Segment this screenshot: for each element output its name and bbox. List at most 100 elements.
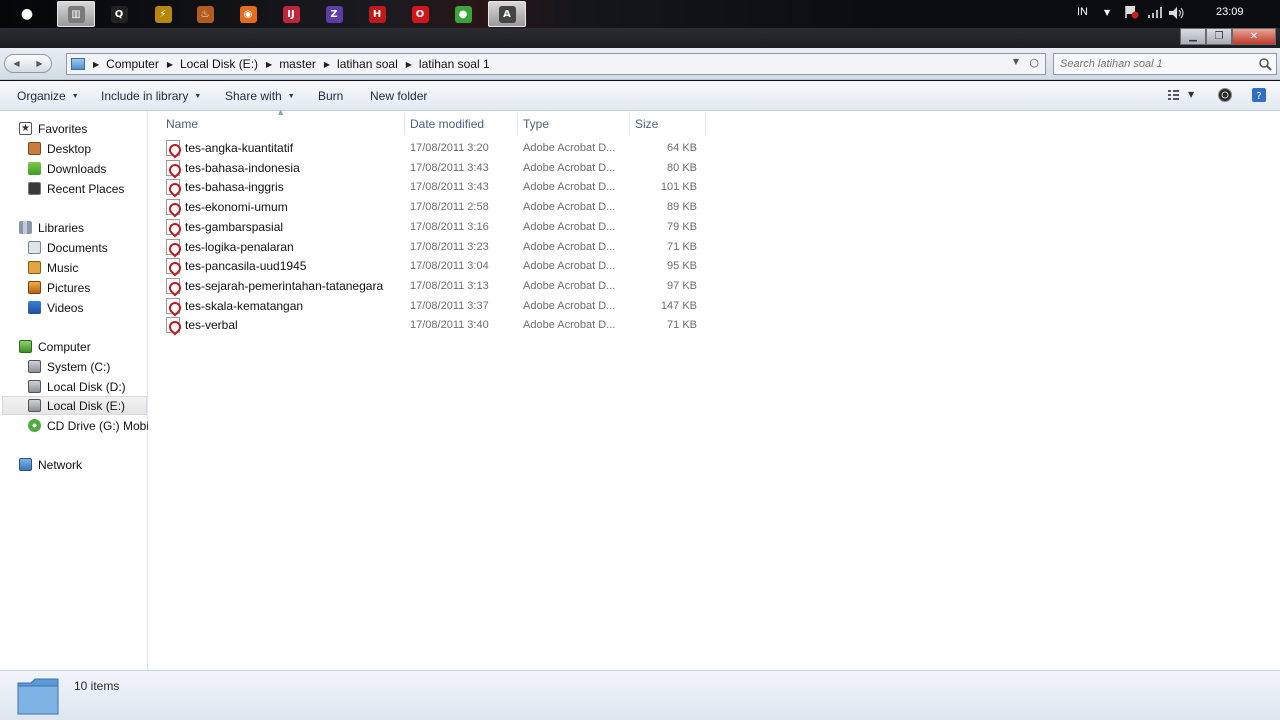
column-divider[interactable] (705, 113, 706, 135)
close-button[interactable]: ✕ (1232, 28, 1276, 45)
taskbar-zend-app-button[interactable]: Z (315, 1, 353, 27)
column-divider[interactable] (629, 113, 630, 135)
column-header-size[interactable]: Size (635, 114, 658, 134)
new-folder-button[interactable]: New folder (370, 89, 427, 103)
nav-music[interactable]: Music (28, 258, 78, 277)
table-row[interactable]: tes-verbal 17/08/2011 3:40 Adobe Acrobat D… (160, 316, 706, 335)
apple-menu-icon: ● (20, 6, 34, 22)
nav-local-disk-e[interactable]: Local Disk (E:) (2, 396, 147, 415)
nav-local-disk-d[interactable]: Local Disk (D:) (28, 377, 126, 396)
taskbar-opera-button[interactable]: O (401, 1, 439, 27)
minimize-button[interactable]: ▁ (1180, 28, 1206, 45)
table-row[interactable]: tes-sejarah-pemerintahan-tatanegara 17/08… (160, 277, 706, 296)
taskbar-firefox-button[interactable]: ◉ (229, 1, 267, 27)
music-icon (28, 261, 41, 274)
nav-recent-places[interactable]: Recent Places (28, 179, 124, 198)
nav-libraries[interactable]: Libraries (19, 218, 84, 237)
table-row[interactable]: tes-pancasila-uud1945 17/08/2011 3:04 Adob… (160, 257, 706, 276)
taskbar-explorer-button[interactable]: ▥ (57, 1, 95, 27)
taskbar-quicksearch-button[interactable]: Q (100, 1, 138, 27)
pdf-file-icon (166, 317, 180, 334)
table-row[interactable]: tes-bahasa-inggris 17/08/2011 3:43 Adobe A… (160, 178, 706, 197)
table-row[interactable]: tes-ekonomi-umum 17/08/2011 2:58 Adobe Acr… (160, 198, 706, 217)
language-indicator[interactable]: IN (1077, 6, 1088, 18)
table-row[interactable]: tes-skala-kematangan 17/08/2011 3:37 Adobe… (160, 297, 706, 316)
nav-cd-drive[interactable]: CD Drive (G:) Mobile (28, 416, 148, 435)
taskbar-winamp-button[interactable]: ⚡ (144, 1, 182, 27)
view-dropdown-icon[interactable]: ▼ (1188, 90, 1194, 99)
search-icon[interactable] (1258, 57, 1272, 71)
nav-desktop[interactable]: Desktop (28, 139, 91, 158)
table-row[interactable]: tes-angka-kuantitatif 17/08/2011 3:20 Adob… (160, 139, 706, 158)
nav-computer[interactable]: Computer (19, 337, 91, 356)
taskbar-acrobat-button[interactable]: A (488, 1, 526, 27)
refresh-icon[interactable]: ○ (1029, 56, 1039, 69)
downloads-icon (28, 162, 41, 175)
preview-pane-icon[interactable] (1217, 87, 1233, 106)
address-dropdown-icon[interactable]: ▼ (1013, 57, 1019, 66)
minimize-icon: ▁ (1189, 31, 1197, 42)
file-name: tes-sejarah-pemerintahan-tatanegara (185, 278, 384, 293)
include-in-library-button[interactable]: Include in library ▼ (101, 89, 201, 103)
organize-button[interactable]: Organize ▼ (17, 89, 79, 103)
search-input[interactable] (1060, 58, 1250, 70)
file-size: 71 KB (667, 240, 697, 253)
breadcrumb-arrow-icon[interactable]: ▶ (266, 60, 272, 69)
drive-icon (28, 399, 41, 412)
table-row[interactable]: tes-gambarspasial 17/08/2011 3:16 Adobe Ac… (160, 218, 706, 237)
nav-network[interactable]: Network (19, 455, 82, 474)
table-row[interactable]: tes-bahasa-indonesia 17/08/2011 3:43 Adobe… (160, 159, 706, 178)
maximize-button[interactable]: ❐ (1206, 28, 1232, 45)
breadcrumb-arrow-icon[interactable]: ▶ (167, 60, 173, 69)
breadcrumb-item[interactable]: ▶ master (258, 57, 316, 71)
column-divider[interactable] (404, 113, 405, 135)
column-header-type[interactable]: Type (523, 114, 549, 134)
explorer-icon: ▥ (67, 5, 85, 23)
taskbar-h-app-button[interactable]: H (358, 1, 396, 27)
nav-downloads[interactable]: Downloads (28, 159, 106, 178)
ide-app-icon: IJ (282, 5, 300, 23)
help-icon[interactable]: ? (1251, 87, 1267, 106)
forward-button[interactable]: ▶ (28, 55, 51, 72)
breadcrumb-item[interactable]: ▶ Local Disk (E:) (159, 57, 258, 71)
nav-documents[interactable]: Documents (28, 238, 108, 257)
pdf-file-icon (166, 297, 180, 314)
nav-system-c[interactable]: System (C:) (28, 357, 110, 376)
pdf-file-icon (166, 218, 180, 235)
breadcrumb-item[interactable]: ▶ Computer (85, 57, 159, 71)
breadcrumb-arrow-icon[interactable]: ▶ (93, 60, 99, 69)
address-bar[interactable]: ▶ Computer ▶ Local Disk (E:) ▶ master ▶ latihan… (66, 53, 1046, 75)
nav-videos[interactable]: Videos (28, 298, 83, 317)
taskbar-apple-menu-button[interactable]: ● (8, 1, 46, 27)
taskbar-ide-app-button[interactable]: IJ (272, 1, 310, 27)
share-with-button[interactable]: Share with ▼ (225, 89, 295, 103)
language-dropdown-icon[interactable]: ▼ (1104, 8, 1110, 17)
taskbar-paint-tool-button[interactable]: ♨ (186, 1, 224, 27)
signal-icon[interactable] (1147, 6, 1163, 21)
file-name: tes-angka-kuantitatif (185, 141, 294, 155)
volume-icon[interactable] (1168, 6, 1186, 23)
view-options-icon[interactable] (1168, 87, 1180, 104)
nav-favorites[interactable]: ★ Favorites (19, 119, 87, 138)
column-header-name[interactable]: Name (166, 114, 198, 134)
file-size: 79 KB (667, 220, 697, 233)
flag-icon[interactable] (1125, 5, 1139, 19)
breadcrumb-arrow-icon[interactable]: ▶ (324, 60, 330, 69)
column-header-date[interactable]: Date modified (410, 114, 484, 134)
breadcrumb-item[interactable]: ▶ latihan soal (316, 57, 398, 71)
table-row[interactable]: tes-logika-penalaran 17/08/2011 3:23 Adobe… (160, 238, 706, 257)
file-type: Adobe Acrobat D... (523, 220, 616, 233)
search-box[interactable] (1053, 53, 1277, 75)
window-caption: ▁ ❐ ✕ (0, 28, 1280, 48)
taskbar-green-app-button[interactable]: ● (444, 1, 482, 27)
computer-icon (19, 340, 32, 353)
burn-button[interactable]: Burn (318, 89, 343, 103)
nav-pictures[interactable]: Pictures (28, 278, 90, 297)
column-divider[interactable] (517, 113, 518, 135)
navigation-pane: ★ Favorites Desktop Downloads Recent Pla… (0, 111, 148, 670)
back-button[interactable]: ◀ (5, 55, 28, 72)
breadcrumb-item[interactable]: ▶ latihan soal 1 (398, 57, 490, 71)
clock[interactable]: 23:09 (1216, 6, 1244, 18)
restore-icon: ❐ (1214, 31, 1224, 42)
breadcrumb-arrow-icon[interactable]: ▶ (406, 60, 412, 69)
